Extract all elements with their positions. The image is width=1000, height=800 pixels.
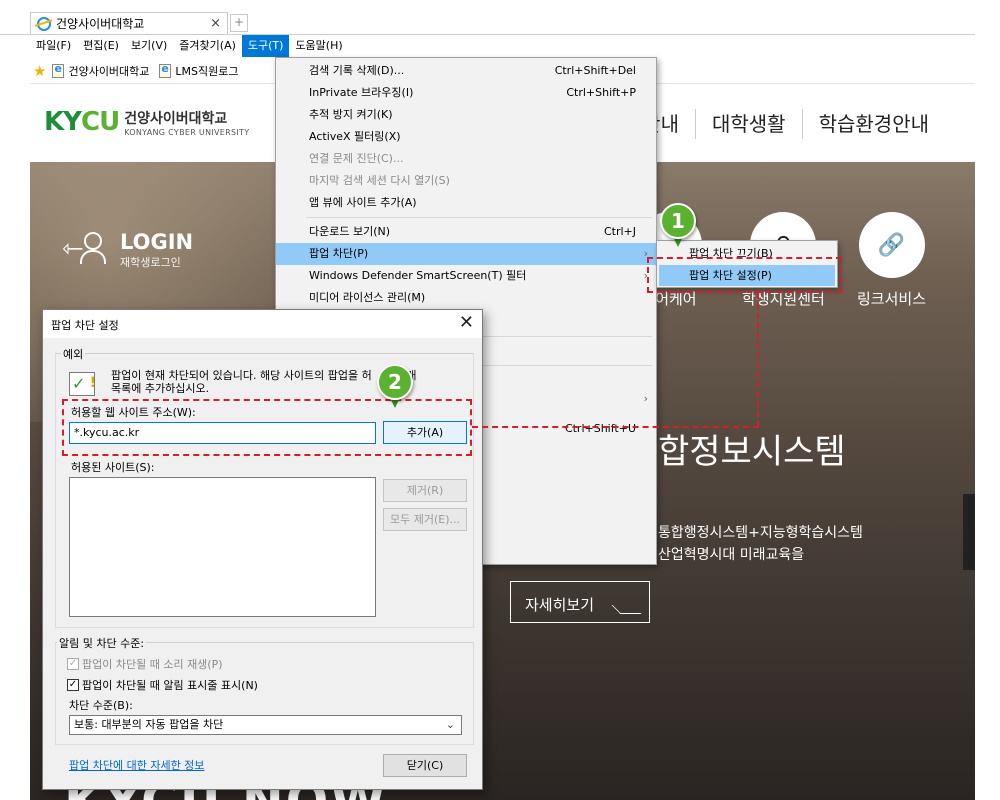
allowed-sites-list[interactable] (69, 477, 376, 617)
dialog-titlebar: 팝업 차단 설정 ✕ (43, 310, 482, 338)
slider-next-arrow[interactable] (963, 494, 975, 570)
site-logo[interactable]: KYCU 건양사이버대학교 KONYANG CYBER UNIVERSITY (44, 107, 249, 137)
more-button[interactable]: 자세히보기 (510, 581, 650, 623)
menu-edit[interactable]: 편집(E) (77, 35, 125, 57)
menu-help[interactable]: 도움말(H) (289, 35, 348, 57)
favorite-item[interactable]: 건양사이버대학교 (52, 62, 150, 79)
ie-icon (37, 16, 51, 31)
popup-info-link[interactable]: 팝업 차단에 대한 자세한 정보 (69, 757, 204, 773)
main-nav: 안내 대학생활 학습환경안내 (626, 109, 945, 139)
menu-bar: 파일(F) 편집(E) 보기(V) 즐겨찾기(A) 도구(T) 도움말(H) (30, 35, 975, 57)
menu-item-popup-blocker[interactable]: 팝업 차단(P) › (276, 243, 656, 265)
menu-favorites[interactable]: 즐겨찾기(A) (173, 35, 242, 57)
logo-mark: KYCU (44, 107, 120, 137)
menu-view[interactable]: 보기(V) (125, 35, 173, 57)
menu-item-inprivate[interactable]: InPrivate 브라우징(I) Ctrl+Shift+P (276, 82, 656, 104)
menu-item-reopen-session: 마지막 검색 세션 다시 열기(S) (309, 174, 450, 187)
menu-item-media-licenses[interactable]: 미디어 라이선스 관리(M) (276, 287, 656, 309)
link-icon: 🔗 (858, 212, 925, 278)
allowed-sites-label: 허용된 사이트(S): (71, 461, 155, 474)
hero-subtitle: 통합행정시스템+지능형학습시스템 산업혁명시대 미래교육을 (658, 525, 863, 563)
browser-tab[interactable]: 건양사이버대학교 × (30, 12, 228, 34)
close-icon[interactable]: ✕ (459, 312, 474, 333)
logo-text: 건양사이버대학교 KONYANG CYBER UNIVERSITY (124, 108, 249, 137)
page-icon (159, 62, 172, 78)
quick-link-label: 링크서비스 (857, 290, 927, 308)
favorite-label: 건양사이버대학교 (68, 64, 150, 78)
annotation-connector (757, 293, 759, 427)
chevron-down-icon: ⌄ (445, 718, 455, 731)
login-title: LOGIN (120, 230, 194, 254)
new-tab-button[interactable]: + (230, 14, 248, 32)
menu-separator (306, 217, 652, 218)
sound-checkbox: ✓ 팝업이 차단될 때 소리 재생(P) (67, 658, 223, 671)
popup-info-icon (69, 372, 96, 396)
menu-tools[interactable]: 도구(T) (241, 35, 290, 57)
tab-title: 건양사이버대학교 (56, 17, 145, 31)
quick-link-link-service[interactable]: 🔗 링크서비스 (857, 212, 926, 309)
login-subtitle: 재학생로그인 (120, 256, 181, 269)
submenu-arrow-icon: › (643, 392, 648, 405)
remove-button: 제거(R) (383, 479, 467, 502)
menu-item-view-downloads[interactable]: 다운로드 보기(N) Ctrl+J (276, 221, 656, 243)
hero-title: 합정보시스템 (658, 432, 846, 472)
step-2-marker: 2 (377, 364, 413, 408)
annotation-box-1 (647, 257, 842, 293)
menu-item-smartscreen[interactable]: Windows Defender SmartScreen(T) 필터 › (276, 265, 656, 287)
dialog-title: 팝업 차단 설정 (51, 319, 119, 332)
favorites-star-icon[interactable]: ★ (33, 62, 46, 80)
page-icon (52, 62, 65, 78)
menu-item-tracking-protection[interactable]: 추적 방지 켜기(K) (276, 104, 656, 126)
exceptions-group-label: 예외 (61, 346, 86, 362)
login-user-icon (62, 230, 108, 270)
info-text: 팝업이 현재 차단되어 있습니다. 해당 사이트의 팝업을 허 아래 목록에 추… (111, 369, 416, 395)
checkbox-check-icon: ✓ (67, 658, 79, 670)
nav-item-campus-life[interactable]: 대학생활 (694, 109, 802, 139)
menu-item-activex-filtering[interactable]: ActiveX 필터링(X) (276, 126, 656, 148)
checkbox-check-icon: ✓ (67, 679, 79, 691)
block-level-select[interactable]: 보통: 대부분의 자동 팝업을 차단 ⌄ (69, 715, 462, 735)
notification-group-label: 알림 및 차단 수준: (57, 635, 147, 651)
logo-english: KONYANG CYBER UNIVERSITY (124, 127, 250, 137)
close-button[interactable]: 닫기(C) (383, 754, 467, 777)
annotation-connector (472, 426, 759, 428)
menu-item-diagnose-connection: 연결 문제 진단(C)... (309, 152, 404, 165)
popup-blocker-settings-dialog: 팝업 차단 설정 ✕ 예외 팝업이 현재 차단되어 있습니다. 해당 사이트의 … (42, 309, 483, 790)
remove-all-button: 모두 제거(E)... (383, 508, 467, 531)
logo-korean: 건양사이버대학교 (124, 110, 228, 127)
tab-close-icon[interactable]: × (210, 16, 221, 31)
favorite-label: LMS직원로그 (175, 64, 239, 78)
login-link[interactable]: LOGIN 재학생로그인 (62, 230, 193, 270)
favorite-item[interactable]: LMS직원로그 (159, 62, 239, 79)
block-level-label: 차단 수준(B): (69, 699, 133, 712)
nav-item-learning-env[interactable]: 학습환경안내 (801, 109, 945, 139)
menu-file[interactable]: 파일(F) (30, 35, 77, 57)
menu-item-add-site-to-apps[interactable]: 앱 뷰에 사이트 추가(A) (276, 192, 656, 214)
menu-item-delete-history[interactable]: 검색 기록 삭제(D)... Ctrl+Shift+Del (276, 60, 656, 82)
notify-bar-checkbox[interactable]: ✓ 팝업이 차단될 때 알림 표시줄 표시(N) (67, 677, 258, 693)
step-1-marker: 1 (660, 203, 696, 247)
